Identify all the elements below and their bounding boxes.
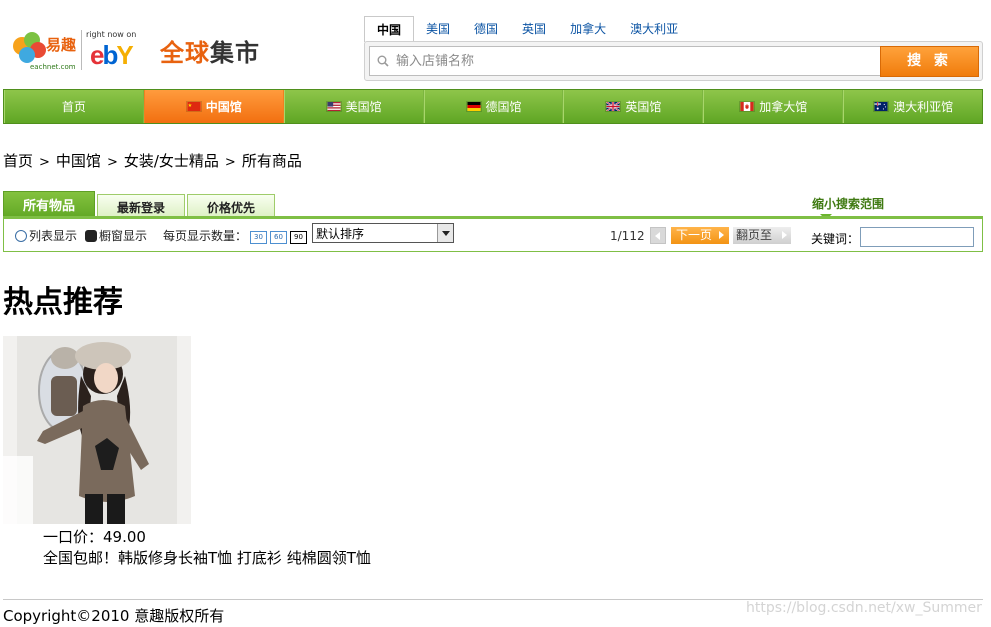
prev-page-button[interactable]	[650, 227, 666, 244]
breadcrumb-women-clothing[interactable]: 女装/女士精品	[124, 152, 219, 170]
breadcrumb-all-items: 所有商品	[241, 152, 302, 170]
next-page-button[interactable]: 下一页	[671, 227, 729, 244]
svg-text:易趣: 易趣	[46, 36, 77, 54]
canada-flag-icon	[739, 101, 756, 112]
svg-text:eachnet.com: eachnet.com	[30, 63, 76, 71]
nav-item-label: 德国馆	[485, 100, 522, 114]
country-tab-uk[interactable]: 英国	[510, 16, 558, 42]
brand-title: 全球集市	[160, 33, 260, 68]
nav-item-label: 加拿大馆	[759, 100, 808, 114]
list-view-toggle[interactable]: 列表显示	[15, 227, 77, 244]
nav-item-label: 首页	[61, 100, 86, 114]
copyright-text: Copyright©2010 意趣版权所有	[3, 607, 225, 625]
breadcrumb: 首页 > 中国馆 > 女装/女士精品 > 所有商品	[3, 150, 302, 171]
product-image[interactable]	[3, 336, 191, 524]
keyword-input[interactable]	[860, 227, 974, 247]
store-search-input[interactable]	[396, 51, 866, 71]
per-page-30[interactable]: 30	[250, 231, 268, 244]
ebay-logo[interactable]: right now on ebY	[86, 30, 156, 70]
gallery-view-label: 橱窗显示	[99, 229, 148, 243]
list-view-label: 列表显示	[29, 229, 78, 243]
product-title-link[interactable]: 全国包邮！韩版修身长袖T恤 打底衫 纯棉圆领T恤	[43, 547, 371, 568]
search-button[interactable]: 搜 索	[880, 46, 979, 77]
search-input-wrapper	[369, 46, 881, 76]
sort-select-value: 默认排序	[316, 227, 365, 241]
breadcrumb-china[interactable]: 中国馆	[56, 152, 101, 170]
tab-newest[interactable]: 最新登录	[97, 194, 186, 217]
nav-item-label: 英国馆	[625, 100, 662, 114]
gallery-view-toggle[interactable]: 橱窗显示	[85, 227, 147, 244]
hot-section-title: 热点推荐	[3, 285, 123, 320]
per-page-90[interactable]: 90	[290, 231, 308, 244]
nav-item-uk[interactable]: 英国馆	[563, 90, 704, 123]
nav-item-australia[interactable]: 澳大利亚馆	[843, 90, 982, 123]
nav-item-home[interactable]: 首页	[4, 90, 144, 123]
usa-flag-icon	[325, 101, 342, 112]
list-view-icon	[15, 230, 27, 242]
nav-item-canada[interactable]: 加拿大馆	[703, 90, 844, 123]
germany-flag-icon	[465, 101, 482, 112]
ebay-letter: e	[90, 40, 105, 70]
ebay-tagline: right now on	[86, 30, 137, 39]
page-indicator: 1/112	[610, 229, 645, 243]
per-page-label: 每页显示数量：	[163, 229, 248, 243]
brand-title-dark: 集市	[210, 39, 260, 67]
country-tabs: 中国 美国 德国 英国 加拿大 澳大利亚	[364, 16, 690, 42]
search-icon	[377, 55, 389, 67]
per-page-selector: 每页显示数量： 30 60 90	[163, 227, 308, 244]
keyword-label: 关键词：	[811, 232, 860, 246]
jump-to-page-button[interactable]: 翻页至	[733, 227, 791, 244]
china-flag-icon	[185, 101, 202, 112]
ebay-letter: b	[102, 40, 118, 70]
nav-item-label: 中国馆	[205, 100, 242, 114]
nav-item-label: 美国馆	[345, 100, 382, 114]
next-page-label: 下一页	[676, 228, 713, 242]
nav-item-label: 澳大利亚馆	[893, 100, 954, 114]
nav-item-china[interactable]: 中国馆	[143, 90, 284, 123]
brand-title-orange: 全球	[160, 39, 210, 67]
price-label: 一口价：	[43, 528, 104, 546]
ebay-wordmark: ebY	[90, 40, 134, 70]
breadcrumb-home[interactable]: 首页	[3, 152, 33, 170]
nav-item-germany[interactable]: 德国馆	[423, 90, 564, 123]
gallery-view-icon	[85, 230, 97, 242]
breadcrumb-separator: >	[39, 155, 50, 170]
uk-flag-icon	[605, 101, 622, 112]
breadcrumb-separator: >	[224, 155, 236, 170]
tab-price-first[interactable]: 价格优先	[187, 194, 276, 217]
narrow-search-link[interactable]: 缩小搜索范围	[812, 195, 884, 212]
site-logo-area: 易趣 eachnet.com right now on ebY 全球集市	[8, 26, 278, 76]
australia-flag-icon	[873, 101, 890, 112]
product-photo	[3, 336, 191, 524]
filter-tabs: 所有物品 最新登录 价格优先	[3, 191, 277, 217]
nav-item-usa[interactable]: 美国馆	[283, 90, 424, 123]
country-tab-china[interactable]: 中国	[364, 16, 415, 42]
list-toolbar: 列表显示 橱窗显示 每页显示数量： 30 60 90 默认排序 1/112 下一页 翻…	[3, 216, 983, 252]
breadcrumb-separator: >	[106, 155, 118, 170]
sort-select[interactable]: 默认排序	[312, 223, 454, 243]
product-price: 一口价：49.00	[43, 526, 146, 547]
country-tab-australia[interactable]: 澳大利亚	[618, 16, 690, 42]
chevron-down-icon	[437, 224, 453, 242]
tab-all-items[interactable]: 所有物品	[3, 191, 96, 217]
jump-to-page-label: 翻页至	[736, 228, 773, 242]
ebay-letter: Y	[116, 40, 133, 70]
store-search-box: 搜 索	[364, 41, 983, 81]
main-nav: 首页 中国馆 美国馆 德国馆 英国馆 加拿大馆 澳大利亚馆	[3, 89, 983, 124]
country-tab-usa[interactable]: 美国	[414, 16, 462, 42]
logo-divider	[81, 30, 82, 70]
per-page-60[interactable]: 60	[270, 231, 288, 244]
watermark-text: https://blog.csdn.net/xw_Summer	[746, 600, 982, 616]
country-tab-germany[interactable]: 德国	[462, 16, 510, 42]
country-tab-canada[interactable]: 加拿大	[558, 16, 618, 42]
price-value: 49.00	[103, 528, 146, 546]
eachnet-logo[interactable]: 易趣 eachnet.com	[8, 28, 78, 72]
